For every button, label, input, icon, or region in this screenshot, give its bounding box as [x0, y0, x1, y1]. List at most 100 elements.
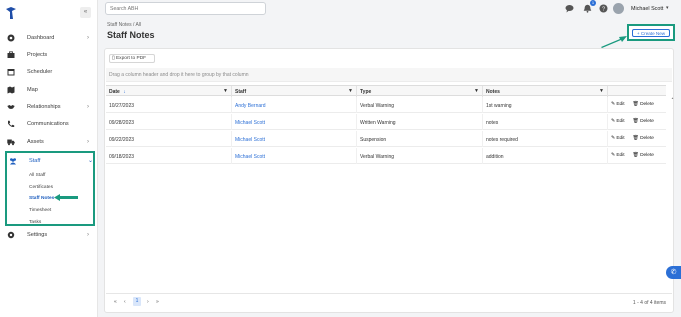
- next-page-icon[interactable]: ›: [147, 299, 149, 305]
- prev-page-icon[interactable]: ‹: [124, 299, 126, 305]
- sort-down-icon: ↓: [123, 89, 126, 95]
- last-page-icon[interactable]: »: [156, 299, 159, 305]
- sidebar-item-label: Projects: [27, 52, 48, 58]
- export-pdf-button[interactable]: ▯ Export to PDF: [109, 54, 155, 63]
- sidebar-item-label: Communications: [27, 121, 69, 127]
- arrow-left-icon: [54, 194, 78, 201]
- cell-staff-link[interactable]: Michael Scott: [232, 148, 357, 164]
- phone-icon: ✆: [670, 269, 677, 276]
- sidebar-item-label: Dashboard: [27, 35, 55, 41]
- company-logo-icon[interactable]: [4, 6, 18, 20]
- column-header-type[interactable]: Type ▼: [357, 86, 483, 97]
- sidebar-item-relationships[interactable]: Relationships ›: [0, 101, 98, 113]
- sidebar-item-label: Settings: [27, 232, 48, 238]
- edit-button[interactable]: ✎ Edit: [611, 119, 629, 124]
- sidebar-item-staff[interactable]: Staff ⌄: [7, 155, 93, 167]
- page-number-button[interactable]: 1: [133, 297, 141, 306]
- cell-type: Suspension: [357, 131, 483, 147]
- first-page-icon[interactable]: «: [114, 299, 117, 305]
- sidebar-item-settings[interactable]: Settings ›: [0, 229, 98, 241]
- sidebar-subitem-timesheet[interactable]: Timesheet: [29, 208, 51, 213]
- user-name[interactable]: Michael Scott: [631, 6, 663, 12]
- cell-date: 09/22/2023: [106, 131, 232, 147]
- sidebar-item-label: Assets: [27, 139, 44, 145]
- edit-label: Edit: [616, 102, 625, 107]
- table-row[interactable]: 09/28/2023 Michael Scott Written Warning…: [106, 114, 666, 130]
- export-pdf-label: Export to PDF: [115, 56, 147, 61]
- edit-button[interactable]: ✎ Edit: [611, 153, 629, 158]
- filter-icon[interactable]: ▼: [599, 88, 604, 94]
- delete-button[interactable]: 🗑 Delete: [633, 119, 658, 124]
- map-icon: [7, 86, 15, 94]
- row-actions: ✎ Edit 🗑 Delete: [611, 102, 662, 107]
- phone-fab-button[interactable]: ✆: [666, 266, 681, 279]
- group-drop-area[interactable]: Drag a column header and drop it here to…: [106, 68, 672, 82]
- cell-type: Verbal Warning: [357, 148, 483, 164]
- staff-notes-grid-card: ▯ Export to PDF Drag a column header and…: [104, 48, 674, 313]
- filter-icon[interactable]: ▼: [474, 88, 479, 94]
- sidebar-item-label: Staff: [29, 158, 41, 164]
- cell-notes: addition: [483, 148, 608, 164]
- column-header-label: Type: [360, 89, 372, 95]
- sidebar-item-scheduler[interactable]: Scheduler: [0, 66, 98, 78]
- vertical-scrollbar[interactable]: ▲: [671, 96, 674, 292]
- delete-button[interactable]: 🗑 Delete: [633, 102, 658, 107]
- scroll-up-icon[interactable]: ▲: [671, 96, 674, 100]
- truck-icon: [7, 139, 15, 146]
- grid-header: Date ↓ ▼ Staff ▼ Type ▼ Notes ▼: [106, 85, 666, 97]
- cell-staff-link[interactable]: Michael Scott: [232, 114, 357, 130]
- column-header-date[interactable]: Date ↓ ▼: [106, 86, 232, 97]
- sidebar-collapse-button[interactable]: «: [80, 7, 91, 18]
- handshake-icon: [7, 105, 15, 109]
- chevron-right-icon: ›: [87, 35, 89, 41]
- calendar-icon: [7, 69, 15, 76]
- table-row[interactable]: 10/27/2023 Andy Bernard Verbal Warning 1…: [106, 97, 666, 113]
- create-new-button[interactable]: + Create New: [632, 29, 670, 37]
- delete-label: Delete: [640, 102, 654, 107]
- sidebar-subitem-certificates[interactable]: Certificates: [29, 185, 53, 190]
- column-header-label: Staff: [235, 89, 247, 95]
- sidebar-item-projects[interactable]: Projects: [0, 49, 98, 61]
- delete-button[interactable]: 🗑 Delete: [633, 153, 658, 158]
- edit-label: Edit: [616, 153, 625, 158]
- cell-date: 09/18/2023: [106, 148, 232, 164]
- table-row[interactable]: 09/22/2023 Michael Scott Suspension note…: [106, 131, 666, 147]
- caret-down-icon[interactable]: ▾: [666, 5, 669, 11]
- cell-date: 10/27/2023: [106, 97, 232, 113]
- file-pdf-icon: ▯: [112, 56, 115, 61]
- filter-icon[interactable]: ▼: [348, 88, 353, 94]
- row-actions: ✎ Edit 🗑 Delete: [611, 136, 662, 141]
- sidebar-item-communications[interactable]: Communications: [0, 118, 98, 130]
- cell-staff-link[interactable]: Andy Bernard: [232, 97, 357, 113]
- table-row[interactable]: 09/18/2023 Michael Scott Verbal Warning …: [106, 148, 666, 164]
- avatar[interactable]: [613, 3, 624, 14]
- column-header-notes[interactable]: Notes ▼: [483, 86, 608, 97]
- sidebar-subitem-staff-notes[interactable]: Staff Notes: [29, 196, 54, 201]
- edit-button[interactable]: ✎ Edit: [611, 102, 629, 107]
- edit-label: Edit: [616, 119, 625, 124]
- delete-button[interactable]: 🗑 Delete: [633, 136, 658, 141]
- chevron-right-icon: ›: [87, 139, 89, 145]
- create-button-highlight: + Create New: [627, 24, 675, 41]
- sidebar-item-map[interactable]: Map: [0, 84, 98, 96]
- edit-button[interactable]: ✎ Edit: [611, 136, 629, 141]
- group-hint: Drag a column header and drop it here to…: [109, 72, 249, 78]
- svg-text:?: ?: [602, 6, 605, 12]
- sidebar-item-label: Map: [27, 87, 38, 93]
- help-icon[interactable]: ?: [599, 4, 608, 13]
- cell-type: Written Warning: [357, 114, 483, 130]
- sidebar-subitem-tasks[interactable]: Tasks: [29, 220, 41, 225]
- sidebar-item-assets[interactable]: Assets ›: [0, 136, 98, 148]
- column-header-staff[interactable]: Staff ▼: [232, 86, 357, 97]
- dashboard-icon: [7, 34, 15, 42]
- chat-icon[interactable]: [565, 4, 574, 13]
- sidebar-item-dashboard[interactable]: Dashboard ›: [0, 32, 98, 44]
- breadcrumb: Staff Notes / All: [107, 22, 142, 28]
- delete-label: Delete: [640, 136, 654, 141]
- sidebar-subitem-all-staff[interactable]: All Staff: [29, 173, 45, 178]
- search-input[interactable]: [105, 2, 266, 15]
- notification-badge: 1: [590, 0, 596, 6]
- cell-staff-link[interactable]: Michael Scott: [232, 131, 357, 147]
- cell-type: Verbal Warning: [357, 97, 483, 113]
- filter-icon[interactable]: ▼: [223, 88, 228, 94]
